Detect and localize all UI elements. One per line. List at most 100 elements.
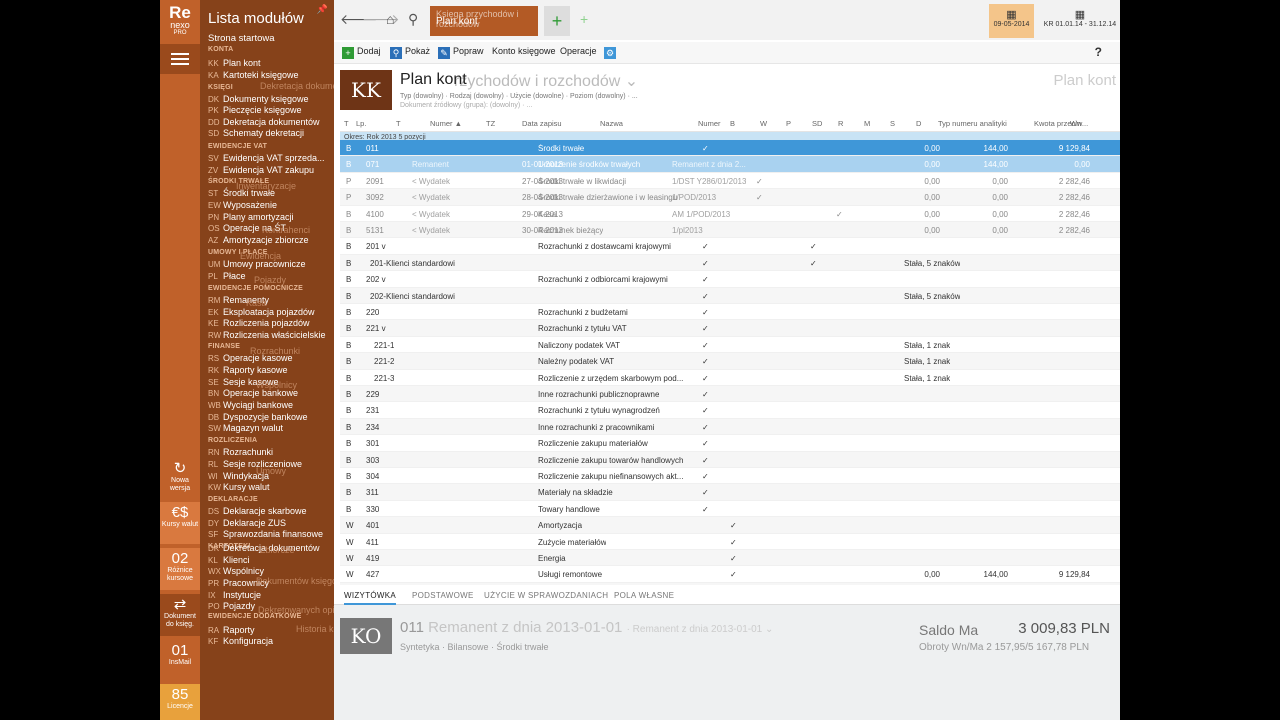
column-header[interactable]: Nazwa	[600, 119, 623, 128]
module-item[interactable]: WX Wspólnicy	[208, 566, 264, 576]
table-row[interactable]: B 330 Towary handlowe ✓	[340, 501, 1120, 518]
module-item[interactable]: EW Wyposażenie	[208, 200, 277, 210]
show-button[interactable]: ⚲ Pokaż	[390, 46, 430, 59]
module-item[interactable]: SV Ewidencja VAT sprzeda...	[208, 153, 325, 163]
module-item[interactable]: IX Instytucje	[208, 590, 261, 600]
search-icon[interactable]: ⚲	[408, 11, 418, 28]
column-header[interactable]: SD	[812, 119, 822, 128]
column-header[interactable]: D	[916, 119, 921, 128]
column-header[interactable]: R	[838, 119, 843, 128]
home-icon[interactable]: ⌂	[386, 11, 394, 27]
table-row[interactable]: W 411 Zużycie materiałów ✓	[340, 534, 1120, 550]
menu-toggle-button[interactable]	[160, 44, 200, 74]
column-header[interactable]: Typ numeru analityki	[938, 119, 1007, 128]
module-item[interactable]: KL Klienci	[208, 555, 250, 565]
date-button[interactable]: ▦ 09-05-2014	[989, 4, 1034, 38]
module-item[interactable]: PK Pieczęcie księgowe	[208, 105, 302, 115]
module-item[interactable]: RN Rozrachunki	[208, 447, 273, 457]
table-row[interactable]: B 221-2 Należny podatek VAT ✓ Stała, 1 znak	[340, 353, 1120, 370]
period-button[interactable]: ▦ KR 01.01.14 - 31.12.14	[1040, 4, 1120, 38]
table-row[interactable]: B 221-1 Naliczony podatek VAT ✓ Stała, 1 zna…	[340, 337, 1120, 354]
table-row[interactable]: W 427 Usługi remontowe ✓ 0,00 144,00 9 129,84	[340, 566, 1120, 583]
module-item[interactable]: KK Plan kont	[208, 58, 261, 68]
module-item[interactable]: ZV Ewidencja VAT zakupu	[208, 165, 314, 175]
column-header[interactable]: W	[760, 119, 767, 128]
module-section-header[interactable]: FINANSE	[208, 343, 240, 350]
module-item[interactable]: WB Wyciągi bankowe	[208, 400, 293, 410]
module-item[interactable]: KE Rozliczenia pojazdów	[208, 318, 310, 328]
column-header[interactable]: Lp.	[356, 119, 366, 128]
new-tab-button[interactable]: +	[544, 6, 570, 36]
module-item[interactable]: PN Plany amortyzacji	[208, 212, 294, 222]
exchange-diff-button[interactable]: 02 Różnice kursowe	[160, 548, 200, 590]
table-row[interactable]: B 202-Klienci standardowi ✓ Stała, 5 znaków	[340, 287, 1120, 304]
column-header[interactable]: B	[730, 119, 735, 128]
module-item[interactable]: DD Dekretacja dokumentów	[208, 117, 320, 127]
module-item[interactable]: PL Płace	[208, 271, 246, 281]
column-header[interactable]: M	[864, 119, 870, 128]
table-row[interactable]: P 3092 < Wydatek 28-04-2013 Środki trwałe dz…	[340, 189, 1120, 206]
edit-button[interactable]: ✎ Popraw	[438, 46, 484, 59]
table-row[interactable]: B 234 Inne rozrachunki z pracownikami ✓	[340, 418, 1120, 436]
table-row[interactable]: B 301 Rozliczenie zakupu materiałów ✓	[340, 435, 1120, 452]
module-section-header[interactable]: DEKLARACJE	[208, 496, 258, 503]
table-row[interactable]: B 221 v Rozrachunki z tytułu VAT ✓	[340, 320, 1120, 337]
table-row[interactable]: B 4100 < Wydatek 29-04-2013 Kasa AM 1/POD/201…	[340, 206, 1120, 222]
table-row[interactable]: B 231 Rozrachunki z tytułu wynagrodzeń ✓	[340, 402, 1120, 419]
module-item[interactable]: SD Schematy dekretacji	[208, 128, 304, 138]
table-row[interactable]: B 229 Inne rozrachunki publicznoprawne ✓	[340, 386, 1120, 403]
table-row[interactable]: B 071 Remanent 01-01-2013 Umorzenie środków …	[340, 156, 1120, 173]
module-item[interactable]: RA Raporty	[208, 625, 255, 635]
table-row[interactable]: B 5131 < Wydatek 30-04-2013 Rachunek bieżący…	[340, 222, 1120, 239]
table-row[interactable]: B 303 Rozliczenie zakupu towarów handlowyc…	[340, 451, 1120, 468]
module-item[interactable]: SW Magazyn walut	[208, 423, 283, 433]
column-header[interactable]: T	[344, 119, 349, 128]
table-row[interactable]: P 2091 < Wydatek 27-04-2013 Środki trwałe w …	[340, 173, 1120, 190]
module-section-header[interactable]: EWIDENCJE POMOCNICZE	[208, 285, 303, 292]
table-row[interactable]: B 202 v Rozrachunki z odbiorcami krajowymi…	[340, 271, 1120, 288]
help-button[interactable]: ?	[1095, 45, 1102, 59]
tab-wizytowka[interactable]: WIZYTÓWKA	[344, 591, 397, 605]
module-item[interactable]: EK Eksploatacja pojazdów	[208, 307, 315, 317]
column-header[interactable]: Numer	[698, 119, 721, 128]
module-item[interactable]: DY Deklaracje ZUS	[208, 518, 286, 528]
module-item[interactable]: KW Kursy walut	[208, 482, 270, 492]
new-version-button[interactable]: ↻ Nowa wersja	[160, 458, 200, 500]
column-header[interactable]: P	[786, 119, 791, 128]
module-item[interactable]: DB Dyspozycje bankowe	[208, 412, 308, 422]
module-item[interactable]: AZ Amortyzacje zbiorcze	[208, 235, 309, 245]
module-section-header[interactable]: EWIDENCJE VAT	[208, 143, 267, 150]
insmail-button[interactable]: 01 InsMail	[160, 640, 200, 682]
tab-podstawowe[interactable]: PODSTAWOWE	[412, 591, 474, 600]
start-page-link[interactable]: Strona startowa	[208, 33, 275, 44]
add-button[interactable]: + Dodaj	[342, 46, 381, 59]
account-button[interactable]: Konto księgowe	[492, 46, 556, 56]
column-header[interactable]: Numer ▲	[430, 119, 462, 128]
table-row[interactable]: W 419 Energia ✓	[340, 550, 1120, 567]
module-item[interactable]: DK Dokumenty księgowe	[208, 94, 309, 104]
table-row[interactable]: B 201-Klienci standardowi ✓ ✓ Stała, 5 znakó…	[340, 254, 1120, 272]
column-header[interactable]: Wn	[1070, 119, 1081, 128]
table-row[interactable]: W 401 Amortyzacja ✓	[340, 517, 1120, 534]
table-row[interactable]: B 220 Rozrachunki z budżetami ✓	[340, 304, 1120, 321]
add-tab-icon[interactable]: +	[580, 11, 588, 27]
table-row[interactable]: B 201 v Rozrachunki z dostawcami krajowymi…	[340, 238, 1120, 255]
column-header[interactable]: S	[890, 119, 895, 128]
filter-line[interactable]: Typ (dowolny) · Rodzaj (dowolny) · Użyci…	[400, 93, 638, 100]
operations-button[interactable]: Operacje	[560, 46, 597, 56]
table-row[interactable]: B 311 Materiały na składzie ✓	[340, 484, 1120, 501]
currency-rates-button[interactable]: €$ Kursy walut	[160, 502, 200, 544]
column-header[interactable]: Data zapisu	[522, 119, 562, 128]
module-item[interactable]: RK Raporty kasowe	[208, 365, 288, 375]
module-section-header[interactable]: KONTA	[208, 46, 233, 53]
licenses-button[interactable]: 85 Licencje	[160, 684, 200, 720]
tab-pola-wlasne[interactable]: POLA WŁASNE	[614, 591, 674, 600]
pin-icon[interactable]: 📌	[317, 4, 328, 15]
module-section-header[interactable]: KSIĘGI	[208, 84, 233, 91]
table-row[interactable]: B 011 Środki trwałe ✓ 0,00 144,00 9 129,84	[340, 140, 1120, 157]
module-item[interactable]: SF Sprawozdania finansowe	[208, 529, 323, 539]
column-header[interactable]: T	[396, 119, 401, 128]
settings-button[interactable]: ⚙	[604, 46, 619, 59]
tab-uzycie[interactable]: UŻYCIE W SPRAWOZDANIACH	[484, 591, 608, 600]
document-booking-button[interactable]: ⇄ Dokument do księg.	[160, 594, 200, 636]
